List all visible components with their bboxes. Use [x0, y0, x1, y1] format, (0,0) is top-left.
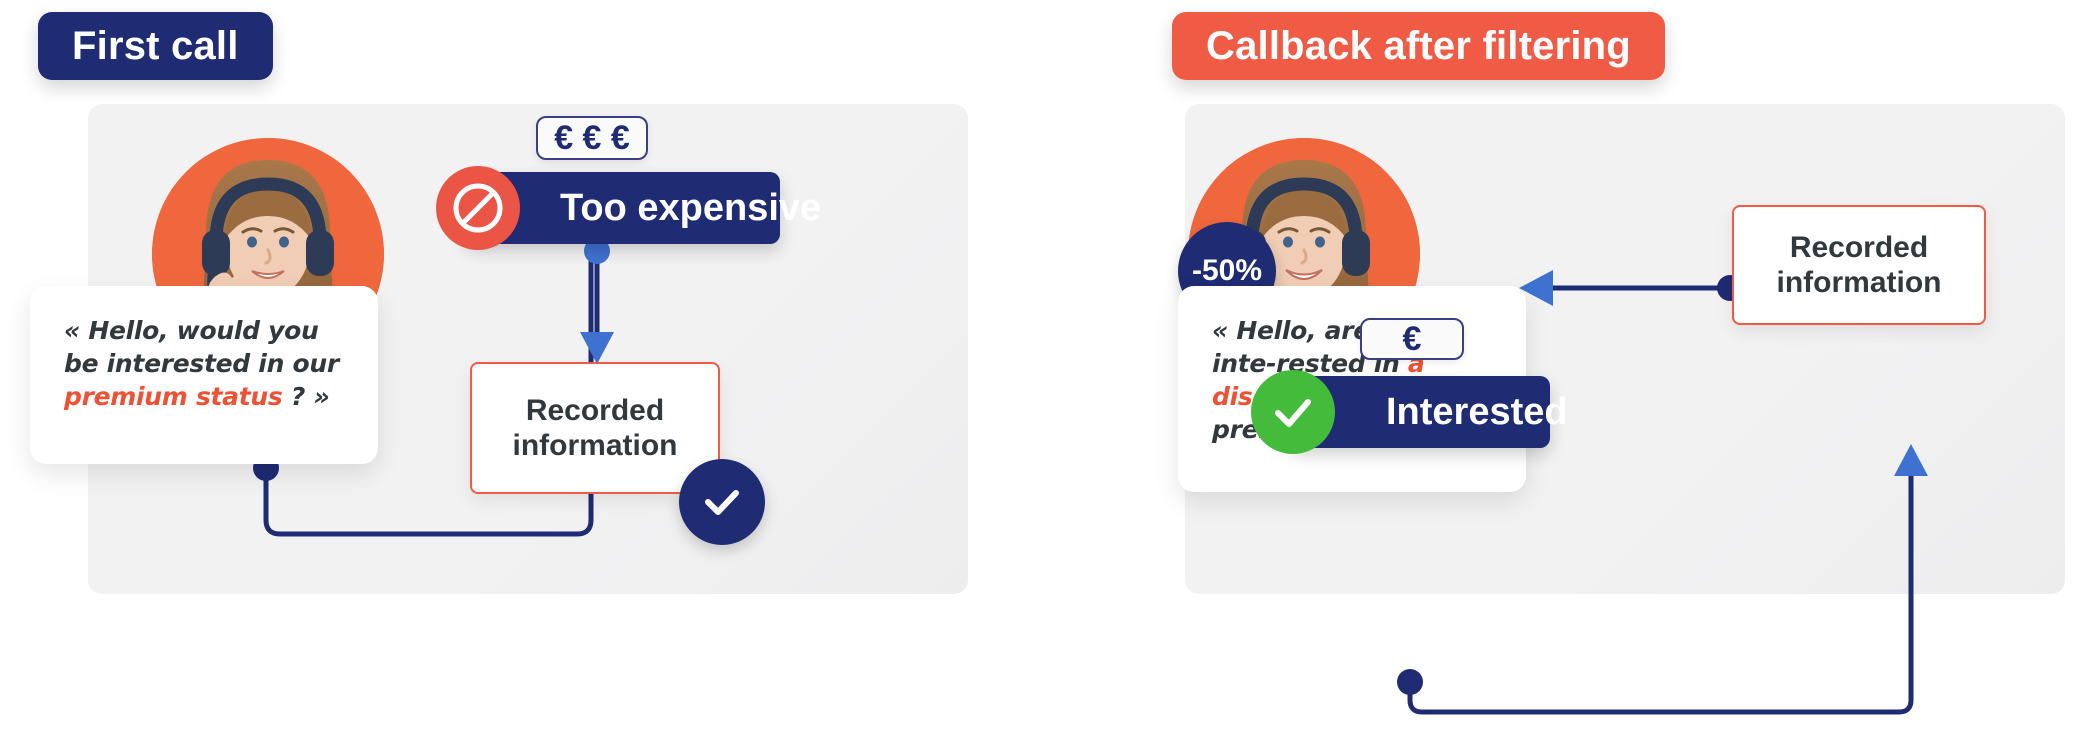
infographic-stage: First call « Hello, would you be interes… [0, 0, 2100, 729]
recorded-line-1: Recorded [525, 393, 665, 427]
quote-plain-before: « Hello, would you be interested in our [64, 316, 339, 378]
check-icon-first-call [679, 459, 765, 545]
check-icon-callback [1251, 370, 1335, 454]
quote-plain-after: ? » [282, 382, 330, 411]
euro-badge-first-call: € € € [536, 116, 648, 160]
recorded-line-2: information [512, 429, 678, 462]
recorded-information-box-first-call: Recorded information [470, 362, 720, 494]
euro-badge-callback: € [1360, 318, 1464, 360]
quote-highlight: premium status [64, 382, 283, 411]
deny-icon [436, 166, 520, 250]
connector-dot-quote-right [1397, 669, 1423, 695]
status-banner-label: Too expensive [560, 186, 822, 229]
panel-title-callback: Callback after filtering [1172, 12, 1665, 80]
quote-text-first-call: « Hello, would you be interested in our … [64, 314, 344, 413]
recorded-line-1-right: Recorded [1789, 230, 1929, 264]
recorded-information-box-callback: Recorded information [1732, 205, 1986, 325]
quote-card-first-call: « Hello, would you be interested in our … [30, 286, 378, 464]
panel-title-first-call: First call [38, 12, 273, 80]
status-banner-label-right: Interested [1386, 390, 1568, 433]
recorded-line-2-right: information [1776, 266, 1942, 299]
